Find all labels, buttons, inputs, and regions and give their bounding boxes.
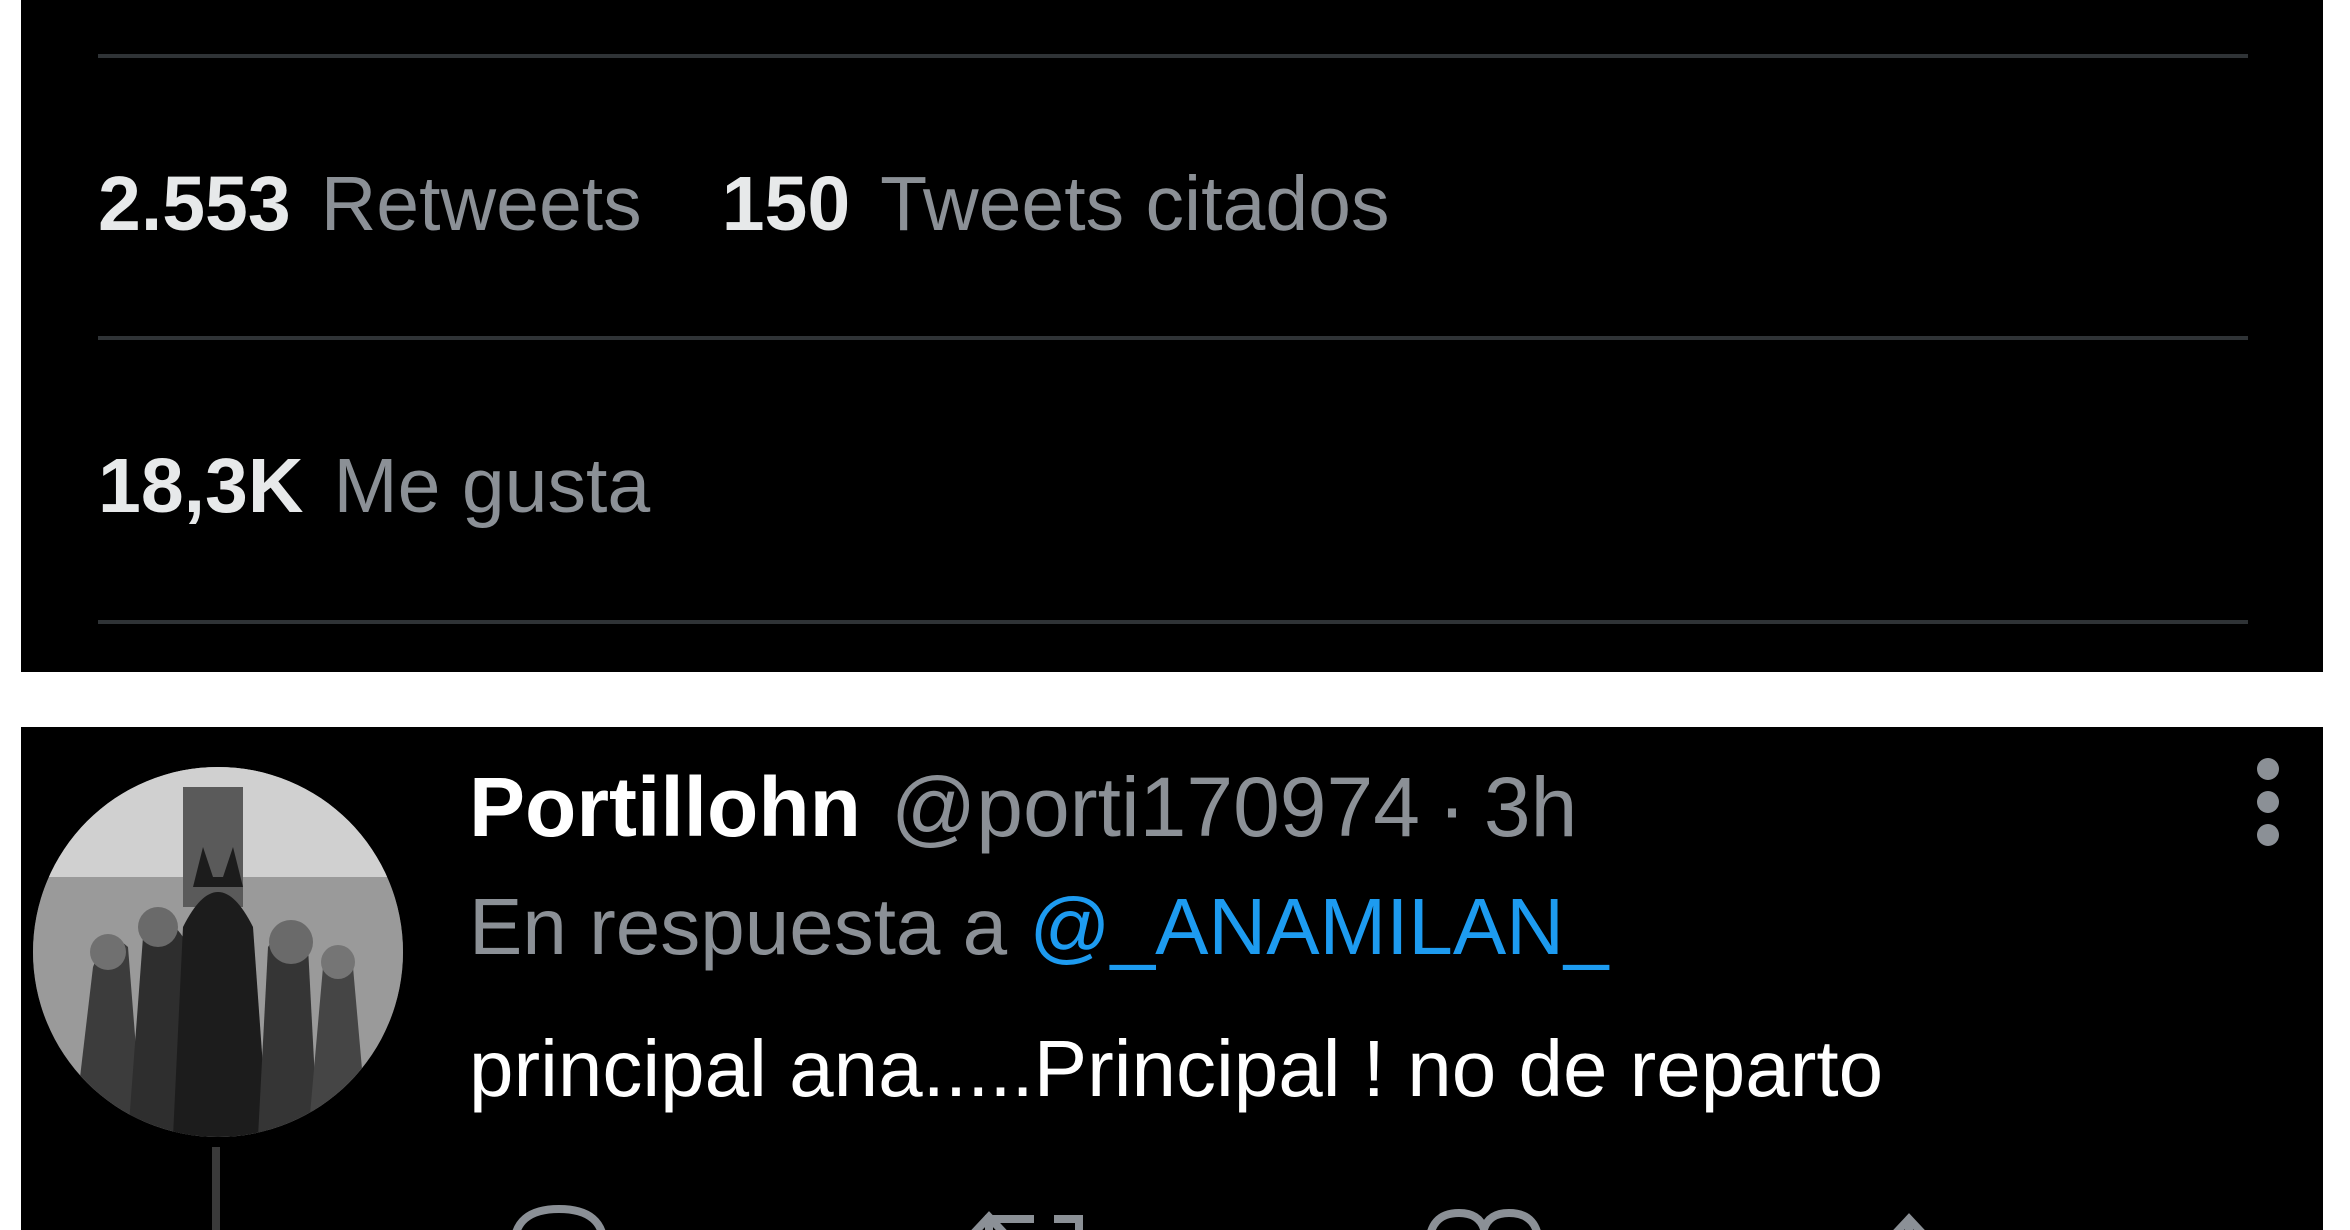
- likes-stat[interactable]: 18,3K Me gusta: [98, 447, 730, 525]
- reply-icon[interactable]: [512, 1204, 606, 1230]
- avatar-photo-icon: [33, 767, 403, 1137]
- author-handle[interactable]: @porti170974: [891, 765, 1420, 849]
- retweet-icon[interactable]: [971, 1211, 1083, 1230]
- likes-count: 18,3K: [98, 442, 304, 529]
- retweets-label: Retweets: [320, 160, 642, 247]
- share-icon[interactable]: [1893, 1213, 1925, 1230]
- retweets-count: 2.553: [98, 160, 291, 247]
- reply-header: Portillohn @porti170974 · 3h: [469, 747, 1577, 867]
- tweet-stats-panel: 2.553 Retweets 150 Tweets citados 18,3K Me …: [21, 0, 2323, 672]
- more-options-button[interactable]: [2243, 747, 2293, 857]
- retweets-stat[interactable]: 2.553 Retweets: [98, 165, 722, 243]
- quotes-label: Tweets citados: [880, 160, 1390, 247]
- author-name[interactable]: Portillohn: [469, 765, 861, 849]
- quotes-count: 150: [721, 160, 851, 247]
- engagement-row-retweets-quotes: 2.553 Retweets 150 Tweets citados: [98, 144, 1469, 264]
- quotes-stat[interactable]: 150 Tweets citados: [722, 165, 1470, 243]
- like-icon[interactable]: [1427, 1208, 1541, 1230]
- reply-tweet[interactable]: Portillohn @porti170974 · 3h En respuest…: [21, 727, 2323, 1230]
- divider: [98, 336, 2248, 340]
- reply-to-mention[interactable]: @_ANAMILAN_: [1029, 882, 1608, 971]
- likes-label: Me gusta: [333, 442, 651, 529]
- timestamp[interactable]: 3h: [1484, 765, 1577, 849]
- separator: ·: [1437, 760, 1466, 854]
- engagement-row-likes: 18,3K Me gusta: [98, 426, 730, 546]
- more-vertical-icon: [2257, 758, 2279, 846]
- divider: [98, 620, 2248, 624]
- avatar[interactable]: [33, 767, 403, 1137]
- tweet-text: principal ana.....Principal ! no de repa…: [469, 1024, 1884, 1113]
- action-bar: [512, 1204, 1925, 1230]
- divider: [98, 54, 2248, 58]
- reply-prefix: En respuesta a: [469, 882, 1008, 971]
- thread-line: [212, 1147, 220, 1230]
- reply-context: En respuesta a @_ANAMILAN_: [469, 877, 1609, 977]
